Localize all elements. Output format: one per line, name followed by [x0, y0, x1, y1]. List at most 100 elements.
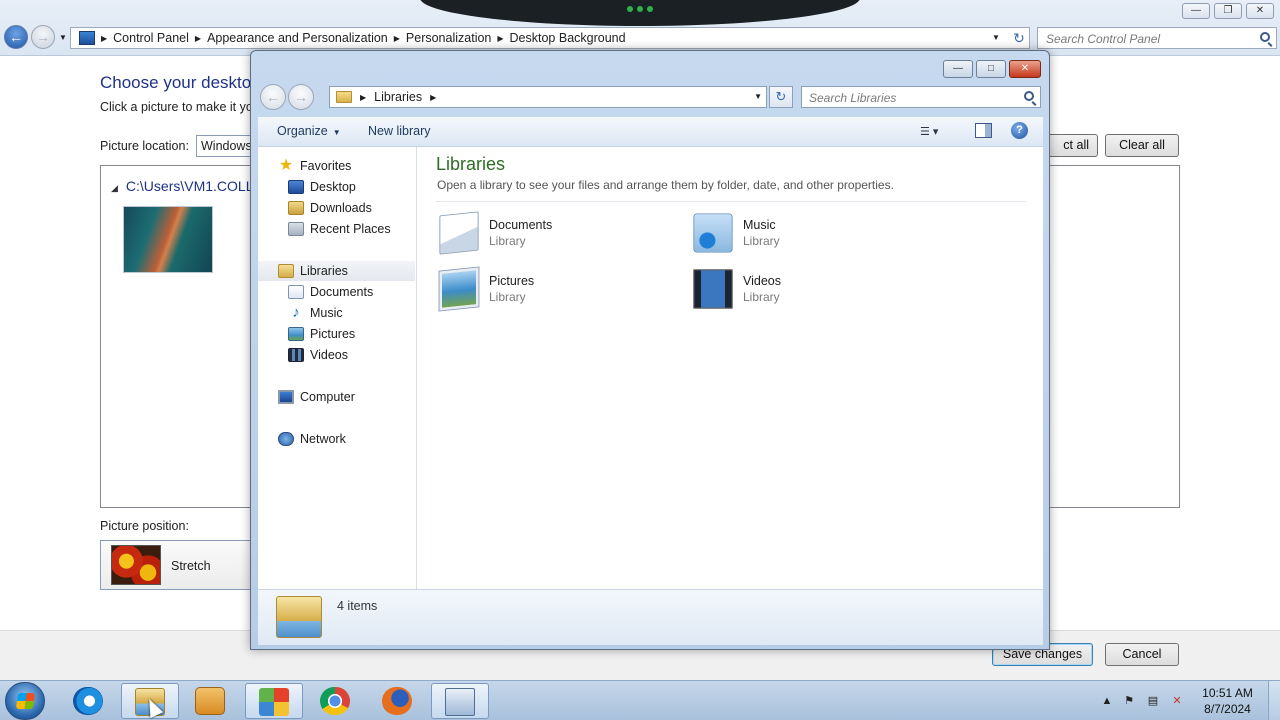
- show-desktop-button[interactable]: [1268, 681, 1280, 720]
- control-panel-icon: [445, 688, 475, 716]
- breadcrumb-desktop-background[interactable]: Desktop Background: [510, 31, 626, 45]
- nav-pictures[interactable]: Pictures: [258, 324, 415, 344]
- minimize-button[interactable]: —: [1182, 3, 1210, 19]
- nav-computer[interactable]: Computer: [258, 387, 415, 407]
- explorer-maximize-button[interactable]: □: [976, 60, 1006, 78]
- collapse-icon[interactable]: ◢: [111, 183, 118, 193]
- library-name: Music: [743, 218, 776, 232]
- folder-group-header[interactable]: ◢ C:\Users\VM1.COLL: [111, 178, 254, 194]
- explorer-back-button[interactable]: ←: [260, 84, 286, 110]
- nav-desktop[interactable]: Desktop: [258, 177, 415, 197]
- explorer-toolbar: Organize ▼ New library ☰ ▾ ?: [258, 117, 1043, 147]
- explorer-close-button[interactable]: ✕: [1009, 60, 1041, 78]
- explorer-refresh-icon[interactable]: ↻: [769, 86, 793, 108]
- restore-button[interactable]: ❐: [1214, 3, 1242, 19]
- search-placeholder: Search Control Panel: [1046, 32, 1161, 46]
- organize-label: Organize: [277, 124, 328, 138]
- music-icon: ♪: [292, 304, 300, 321]
- nav-label: Libraries: [300, 264, 348, 278]
- item-count: 4 items: [337, 599, 378, 613]
- library-videos[interactable]: Videos Library: [690, 266, 930, 314]
- chevron-right-icon[interactable]: ▶: [430, 93, 436, 102]
- taskbar-firefox[interactable]: [369, 683, 427, 719]
- explorer-search-input[interactable]: Search Libraries: [801, 86, 1041, 108]
- start-button[interactable]: [5, 682, 45, 720]
- refresh-icon[interactable]: ↻: [1008, 27, 1030, 49]
- libraries-icon: [278, 264, 294, 278]
- control-panel-titlebar: — ❐ ✕ ← → ▼ ▶ Control Panel ▶ Appearance…: [0, 0, 1280, 56]
- pictures-library-icon: [438, 266, 480, 312]
- search-input[interactable]: Search Control Panel: [1037, 27, 1277, 49]
- clear-all-button[interactable]: Clear all: [1105, 134, 1179, 157]
- taskbar-media-player[interactable]: [182, 683, 240, 719]
- nav-music[interactable]: ♪ Music: [258, 303, 415, 323]
- taskbar-paint[interactable]: [245, 683, 303, 719]
- picture-position-value: Stretch: [171, 559, 211, 573]
- back-button[interactable]: ←: [4, 25, 28, 49]
- breadcrumb-appearance[interactable]: Appearance and Personalization: [207, 31, 388, 45]
- show-hidden-icons-icon[interactable]: ▲: [1100, 694, 1114, 708]
- documents-icon: [288, 285, 304, 299]
- address-dropdown-icon[interactable]: ▼: [754, 87, 762, 107]
- chrome-icon: [320, 687, 350, 715]
- nav-network[interactable]: Network: [258, 429, 415, 449]
- chevron-right-icon: ▶: [393, 33, 400, 43]
- explorer-search-placeholder: Search Libraries: [809, 91, 897, 105]
- address-segment-libraries[interactable]: Libraries: [374, 90, 422, 104]
- recent-pages-dropdown[interactable]: ▼: [56, 27, 70, 49]
- change-view-icon[interactable]: ☰ ▾: [920, 125, 950, 139]
- library-name: Documents: [489, 218, 553, 232]
- taskbar-control-panel[interactable]: [431, 683, 489, 719]
- wallpaper-thumbnail[interactable]: [123, 206, 213, 273]
- nav-documents[interactable]: Documents: [258, 282, 415, 302]
- navigation-pane: ★ Favorites Desktop Downloads Recent Plac…: [258, 147, 417, 589]
- control-panel-icon: [79, 31, 95, 45]
- address-dropdown[interactable]: ▼: [989, 27, 1003, 49]
- close-button[interactable]: ✕: [1246, 3, 1274, 19]
- libraries-description: Open a library to see your files and arr…: [437, 178, 894, 192]
- notification-area: ▲ ⚑ ▤ ✕: [1100, 681, 1182, 720]
- volume-muted-icon[interactable]: ✕: [1170, 694, 1184, 708]
- cancel-button[interactable]: Cancel: [1105, 643, 1179, 666]
- breadcrumb-control-panel[interactable]: Control Panel: [113, 31, 189, 45]
- explorer-address-bar[interactable]: ▶ Libraries ▶ ▼: [329, 86, 767, 108]
- page-subtitle: Click a picture to make it yo: [100, 100, 253, 114]
- search-icon[interactable]: [1024, 91, 1034, 101]
- picture-position-select[interactable]: Stretch: [100, 540, 260, 590]
- picture-location-label: Picture location:: [100, 139, 189, 153]
- library-music[interactable]: Music Library: [690, 210, 930, 258]
- nav-libraries[interactable]: Libraries: [258, 261, 415, 281]
- nav-label: Computer: [300, 390, 355, 404]
- explorer-forward-button[interactable]: →: [288, 84, 314, 110]
- nav-recent-places[interactable]: Recent Places: [258, 219, 415, 239]
- folder-path: C:\Users\VM1.COLL: [125, 178, 254, 194]
- new-library-button[interactable]: New library: [368, 124, 431, 138]
- network-tray-icon[interactable]: ▤: [1146, 694, 1160, 708]
- taskbar-internet-explorer[interactable]: [60, 683, 118, 719]
- library-type: Library: [489, 234, 526, 248]
- divider: [436, 201, 1026, 202]
- internet-explorer-icon: [73, 687, 103, 715]
- breadcrumb-personalization[interactable]: Personalization: [406, 31, 491, 45]
- address-bar[interactable]: ▶ Control Panel ▶ Appearance and Persona…: [70, 27, 1030, 49]
- help-icon[interactable]: ?: [1011, 122, 1028, 139]
- network-icon: [278, 432, 294, 446]
- action-center-flag-icon[interactable]: ⚑: [1122, 694, 1136, 708]
- organize-menu[interactable]: Organize ▼: [277, 124, 341, 138]
- taskbar-chrome[interactable]: [307, 683, 365, 719]
- library-name: Pictures: [489, 274, 535, 288]
- chevron-right-icon: ▶: [360, 92, 367, 102]
- forward-button[interactable]: →: [31, 25, 55, 49]
- explorer-minimize-button[interactable]: —: [943, 60, 973, 78]
- details-pane: 4 items: [258, 589, 1043, 645]
- library-pictures[interactable]: Pictures Library: [436, 266, 676, 314]
- nav-downloads[interactable]: Downloads: [258, 198, 415, 218]
- nav-videos[interactable]: Videos: [258, 345, 415, 365]
- preview-pane-icon[interactable]: [975, 123, 992, 138]
- library-documents[interactable]: Documents Library: [436, 210, 676, 258]
- clock-time: 10:51 AM: [1202, 686, 1253, 700]
- nav-favorites[interactable]: ★ Favorites: [258, 156, 415, 176]
- chevron-right-icon: ▶: [497, 33, 504, 43]
- search-icon[interactable]: [1260, 32, 1270, 42]
- system-clock[interactable]: 10:51 AM 8/7/2024: [1190, 685, 1265, 717]
